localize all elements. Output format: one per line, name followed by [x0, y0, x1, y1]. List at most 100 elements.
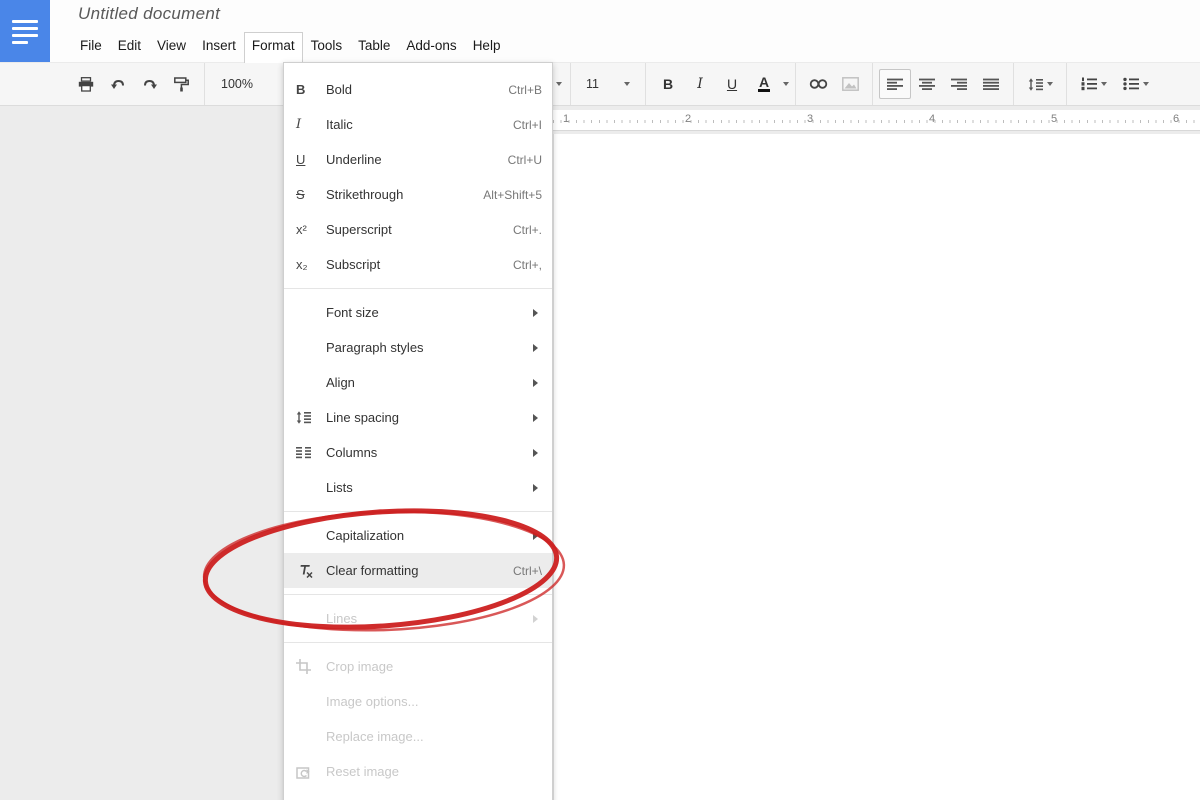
menu-item-strikethrough[interactable]: S Strikethrough Alt+Shift+5: [284, 177, 552, 212]
align-left-button[interactable]: [879, 69, 911, 99]
menu-addons[interactable]: Add-ons: [398, 32, 464, 62]
menu-item-paragraph-styles[interactable]: Paragraph styles: [284, 330, 552, 365]
paint-format-icon: [174, 77, 190, 92]
bulleted-list-button[interactable]: [1115, 69, 1157, 99]
crop-icon: [296, 659, 322, 674]
undo-button[interactable]: [102, 69, 134, 99]
ruler-mark: 2: [685, 113, 691, 125]
bulleted-list-icon: [1123, 77, 1140, 91]
subscript-icon: x₂: [296, 257, 322, 272]
menu-item-line-spacing[interactable]: Line spacing: [284, 400, 552, 435]
ruler-mark: 4: [929, 113, 935, 125]
submenu-arrow-icon: [533, 449, 538, 457]
chevron-down-icon: [1047, 82, 1053, 86]
menu-edit[interactable]: Edit: [110, 32, 149, 62]
menu-item-font-size[interactable]: Font size: [284, 295, 552, 330]
menu-help[interactable]: Help: [465, 32, 509, 62]
zoom-select[interactable]: 100%: [211, 77, 263, 91]
align-right-button[interactable]: [943, 69, 975, 99]
italic-button[interactable]: I: [684, 69, 716, 99]
menu-insert[interactable]: Insert: [194, 32, 244, 62]
menu-table[interactable]: Table: [350, 32, 398, 62]
menu-item-bold[interactable]: B Bold Ctrl+B: [284, 72, 552, 107]
ruler-mark: 6: [1173, 113, 1179, 125]
numbered-list-button[interactable]: [1073, 69, 1115, 99]
font-family-chevron-down-icon[interactable]: [556, 82, 562, 86]
text-color-chevron-down-icon[interactable]: [783, 82, 789, 86]
menu-item-superscript[interactable]: x² Superscript Ctrl+.: [284, 212, 552, 247]
menu-separator: [284, 642, 552, 643]
align-right-icon: [950, 78, 968, 91]
text-color-button[interactable]: A: [748, 69, 780, 99]
bold-icon: B: [296, 82, 322, 97]
underline-button[interactable]: U: [716, 69, 748, 99]
redo-icon: [142, 78, 158, 91]
menu-item-replace-image: Replace image...: [284, 719, 552, 754]
docs-logo-icon[interactable]: [0, 0, 50, 62]
print-icon: [78, 77, 94, 92]
align-center-button[interactable]: [911, 69, 943, 99]
toolbar: 100% 11 B I U A: [0, 62, 1200, 106]
clear-formatting-icon: [296, 564, 322, 578]
ruler-mark: 1: [563, 113, 569, 125]
menu-separator: [284, 288, 552, 289]
italic-icon: I: [296, 117, 322, 132]
menu-item-subscript[interactable]: x₂ Subscript Ctrl+,: [284, 247, 552, 282]
line-spacing-button[interactable]: [1020, 69, 1060, 99]
numbered-list-icon: [1081, 77, 1098, 91]
menu-item-lines: Lines: [284, 601, 552, 636]
document-title[interactable]: Untitled document: [78, 4, 220, 24]
menu-tools[interactable]: Tools: [303, 32, 351, 62]
font-size-select[interactable]: 11: [577, 77, 639, 91]
format-dropdown-menu: B Bold Ctrl+B I Italic Ctrl+I U Underlin…: [283, 62, 553, 800]
bold-button[interactable]: B: [652, 69, 684, 99]
chevron-down-icon: [1143, 82, 1149, 86]
superscript-icon: x²: [296, 222, 322, 237]
menu-separator: [284, 511, 552, 512]
print-button[interactable]: [70, 69, 102, 99]
undo-icon: [110, 78, 126, 91]
reset-image-icon: [296, 765, 322, 779]
menu-item-columns[interactable]: Columns: [284, 435, 552, 470]
insert-image-button[interactable]: [834, 69, 866, 99]
menu-file[interactable]: File: [72, 32, 110, 62]
ruler-mark: 5: [1051, 113, 1057, 125]
font-size-value: 11: [586, 77, 599, 91]
line-spacing-icon: [296, 411, 322, 424]
submenu-arrow-icon: [533, 615, 538, 623]
ruler-row: 1 2 3 4 5 6: [0, 106, 1200, 134]
menu-item-align[interactable]: Align: [284, 365, 552, 400]
menu-item-crop-image: Crop image: [284, 649, 552, 684]
menu-item-lists[interactable]: Lists: [284, 470, 552, 505]
ruler-mark: 3: [807, 113, 813, 125]
submenu-arrow-icon: [533, 532, 538, 540]
header: Untitled document File Edit View Insert …: [0, 0, 1200, 62]
align-left-icon: [886, 78, 904, 91]
menubar: File Edit View Insert Format Tools Table…: [72, 32, 508, 62]
menu-item-image-options: Image options...: [284, 684, 552, 719]
submenu-arrow-icon: [533, 379, 538, 387]
submenu-arrow-icon: [533, 484, 538, 492]
ruler[interactable]: 1 2 3 4 5 6: [553, 110, 1200, 131]
document-page[interactable]: [553, 134, 1200, 800]
canvas-area: [0, 134, 1200, 800]
menu-item-underline[interactable]: U Underline Ctrl+U: [284, 142, 552, 177]
paint-format-button[interactable]: [166, 69, 198, 99]
chevron-down-icon: [1101, 82, 1107, 86]
columns-icon: [296, 446, 322, 459]
insert-link-icon: [809, 78, 828, 90]
redo-button[interactable]: [134, 69, 166, 99]
menu-item-capitalization[interactable]: Capitalization: [284, 518, 552, 553]
menu-item-clear-formatting[interactable]: Clear formatting Ctrl+\: [284, 553, 552, 588]
line-spacing-icon: [1028, 78, 1044, 91]
insert-image-icon: [842, 77, 859, 91]
insert-link-button[interactable]: [802, 69, 834, 99]
menu-format[interactable]: Format: [244, 32, 303, 63]
align-justify-button[interactable]: [975, 69, 1007, 99]
chevron-down-icon: [624, 82, 630, 86]
menu-view[interactable]: View: [149, 32, 194, 62]
menu-item-reset-image: Reset image: [284, 754, 552, 789]
menu-item-italic[interactable]: I Italic Ctrl+I: [284, 107, 552, 142]
submenu-arrow-icon: [533, 414, 538, 422]
submenu-arrow-icon: [533, 344, 538, 352]
